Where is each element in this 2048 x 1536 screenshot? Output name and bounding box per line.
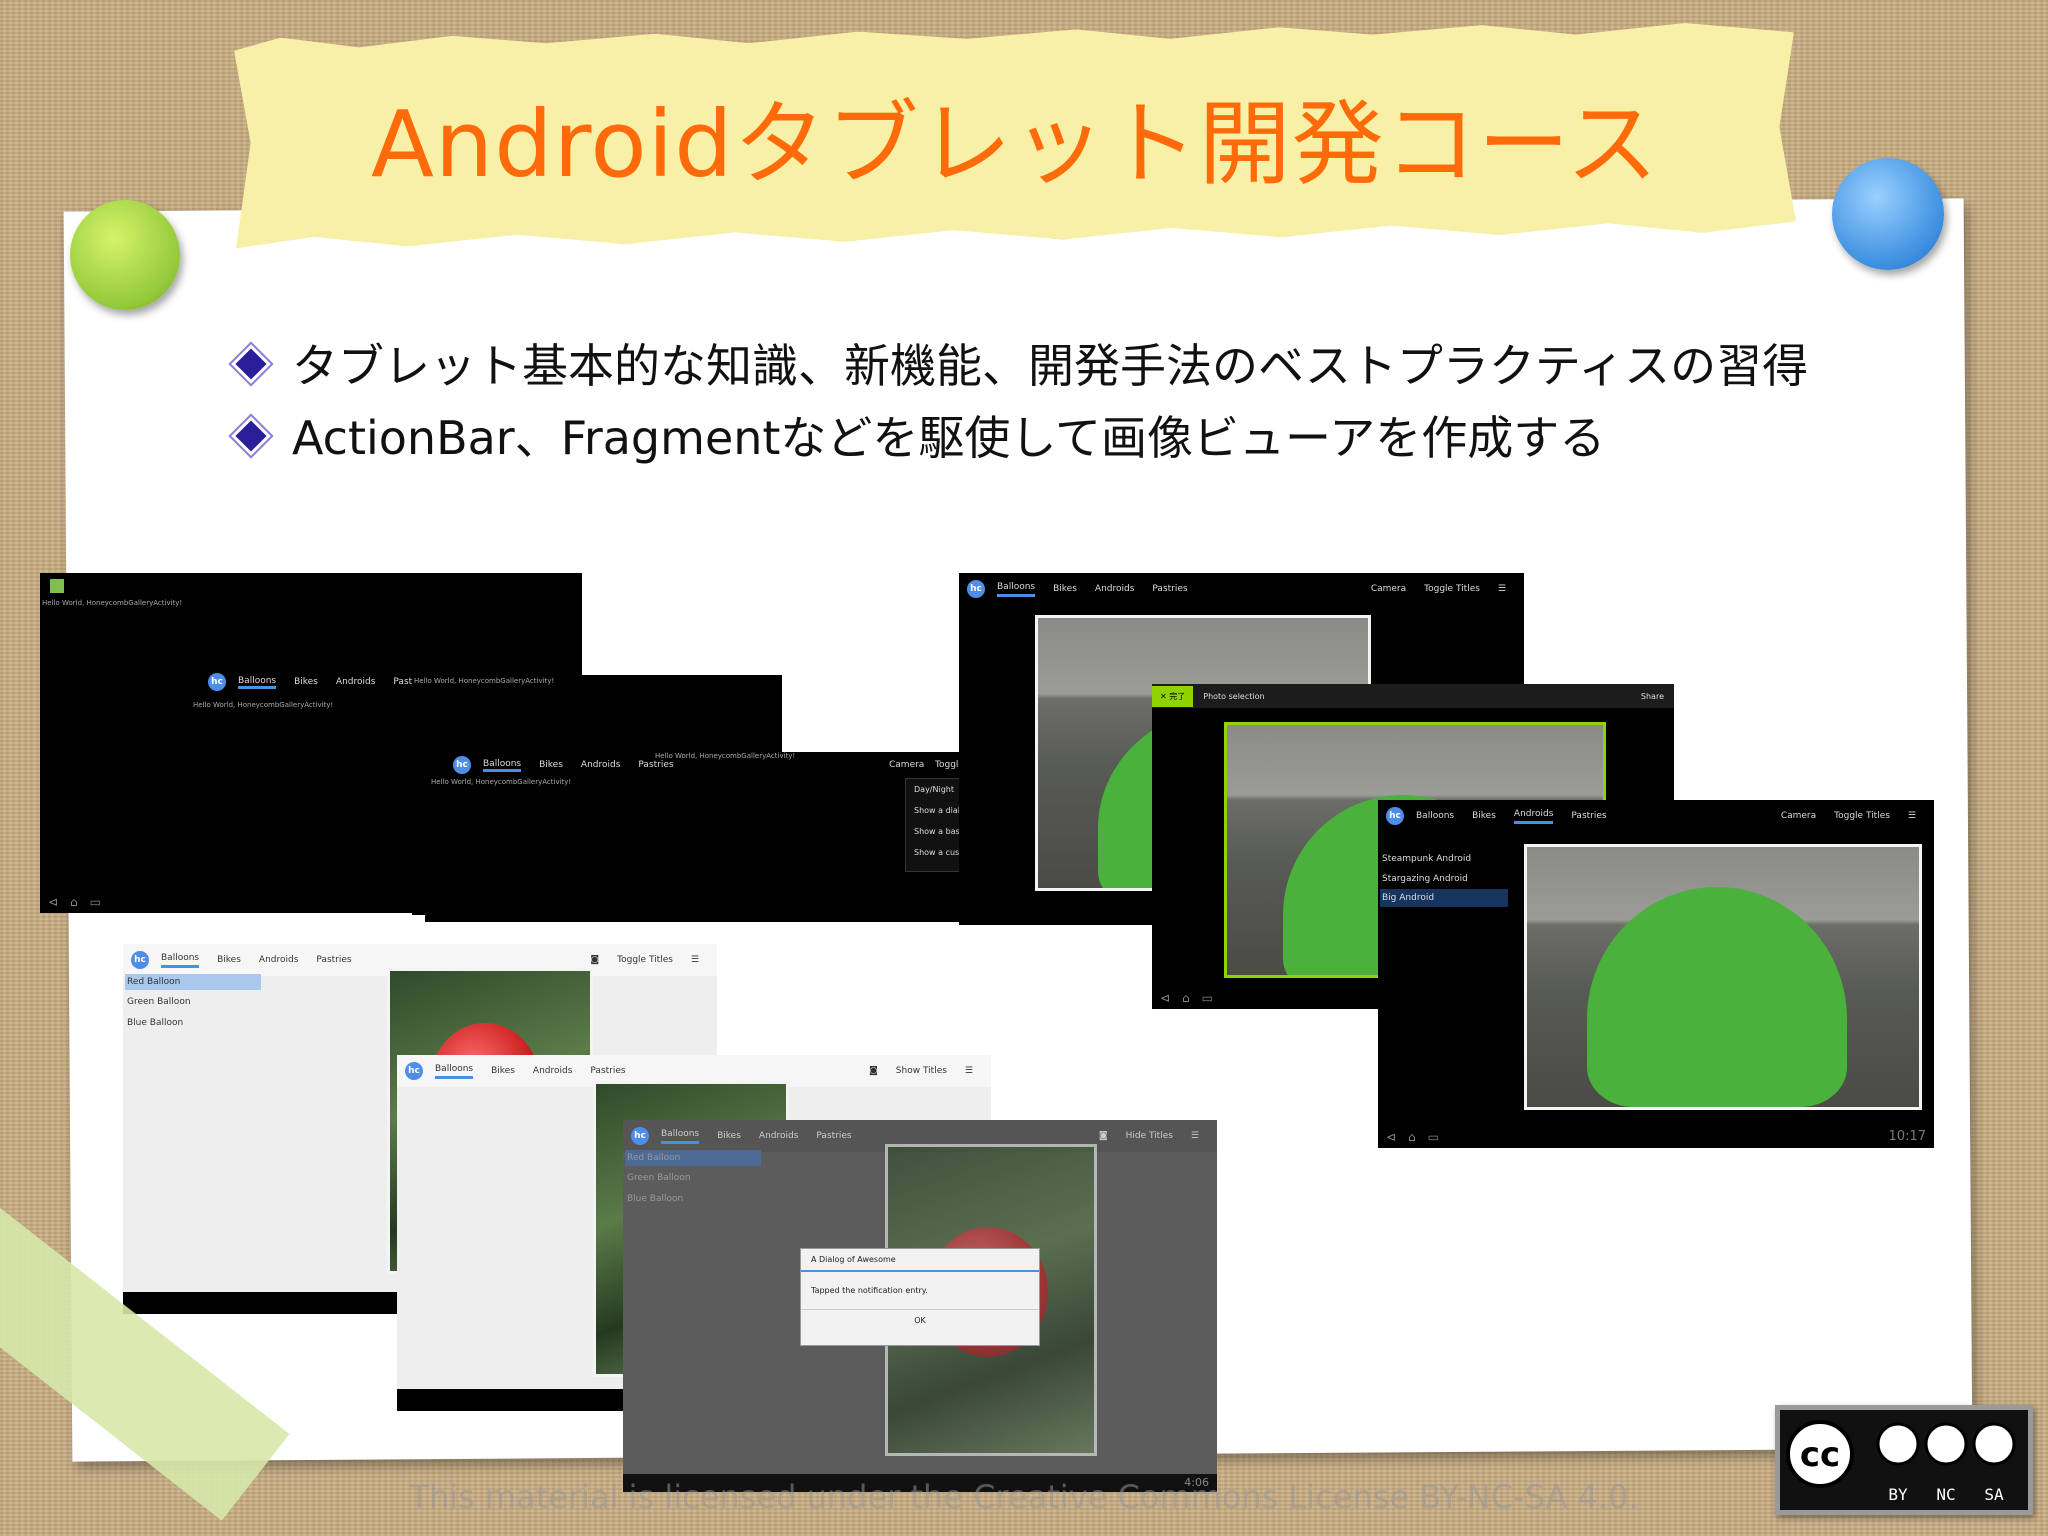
done-button[interactable]: ✕ 完了	[1152, 685, 1194, 707]
actionbar: hc Balloons Bikes Androids Pastries Came…	[1378, 800, 1934, 832]
overflow-menu-icon[interactable]: ☰	[1191, 1131, 1199, 1141]
android-photo	[1524, 844, 1922, 1110]
nav-bar: ⊲⌂▭	[1160, 991, 1226, 1005]
hc-logo-icon: hc	[967, 580, 985, 598]
screenshot-dialog: hc Balloons Bikes Androids Pastries ◙ Hi…	[623, 1120, 1217, 1492]
hc-logo-icon: hc	[208, 673, 226, 691]
list-item[interactable]: Red Balloon	[627, 1153, 680, 1163]
tab-bikes[interactable]: Bikes	[717, 1131, 741, 1141]
tab-bikes[interactable]: Bikes	[1472, 811, 1496, 821]
tab-balloons[interactable]: Balloons	[483, 759, 522, 772]
overflow-menu-icon[interactable]: ☰	[1908, 811, 1916, 821]
hc-logo-icon: hc	[453, 756, 471, 774]
tab-bikes[interactable]: Bikes	[539, 760, 563, 770]
overflow-menu-icon[interactable]: ☰	[965, 1066, 973, 1076]
svg-text:cc: cc	[1800, 1435, 1840, 1475]
camera-action[interactable]: Camera	[889, 760, 924, 770]
tab-balloons[interactable]: Balloons	[661, 1129, 700, 1144]
dialog: A Dialog of Awesome Tapped the notificat…	[800, 1248, 1040, 1346]
tab-pastries[interactable]: Pastries	[590, 1066, 625, 1076]
list-item[interactable]: Big Android	[1382, 893, 1434, 903]
tab-bikes[interactable]: Bikes	[217, 955, 241, 965]
tab-androids[interactable]: Androids	[259, 955, 299, 965]
dialog-message: Tapped the notification entry.	[811, 1286, 928, 1295]
tab-bikes[interactable]: Bikes	[294, 677, 318, 687]
hc-logo-icon: hc	[1386, 807, 1404, 825]
actionbar: hc Balloons Bikes Androids Pastries Came…	[959, 573, 1524, 605]
tab-pastries[interactable]: Pastries	[1152, 584, 1187, 594]
show-titles-action[interactable]: Show Titles	[896, 1066, 947, 1076]
tab-balloons[interactable]: Balloons	[435, 1064, 474, 1079]
list-item[interactable]: Blue Balloon	[627, 1194, 683, 1204]
tab-balloons[interactable]: Balloons	[997, 582, 1036, 597]
share-action[interactable]: Share	[1641, 692, 1664, 701]
contextual-actionbar: ✕ 完了 Photo selection Share	[1152, 684, 1674, 708]
tab-androids[interactable]: Androids	[336, 677, 376, 687]
dialog-title: A Dialog of Awesome	[801, 1249, 1039, 1272]
list-item[interactable]: Blue Balloon	[127, 1018, 183, 1028]
toggle-titles-action[interactable]: Toggle Titles	[1424, 584, 1480, 594]
tab-androids[interactable]: Androids	[533, 1066, 573, 1076]
tab-balloons[interactable]: Balloons	[1416, 811, 1454, 821]
camera-icon[interactable]: ◙	[590, 955, 599, 965]
tab-androids[interactable]: Androids	[759, 1131, 799, 1141]
hc-logo-icon: hc	[131, 951, 149, 969]
screenshot-hello-3: hc Balloons Bikes Androids Pastries Hell…	[425, 752, 1025, 922]
camera-action[interactable]: Camera	[1371, 584, 1406, 594]
hide-titles-action[interactable]: Hide Titles	[1126, 1131, 1173, 1141]
list-item[interactable]: Green Balloon	[127, 997, 191, 1007]
slide-title: Androidタブレット開発コース	[370, 91, 1660, 198]
tab-bikes[interactable]: Bikes	[1053, 584, 1077, 594]
list-item[interactable]: Stargazing Android	[1382, 874, 1468, 884]
green-pushpin	[70, 200, 180, 310]
diamond-bullet-icon	[235, 347, 267, 380]
dialog-ok-button[interactable]: OK	[801, 1309, 1039, 1331]
screenshot-androids-list: hc Balloons Bikes Androids Pastries Came…	[1378, 800, 1934, 1148]
toggle-titles-action[interactable]: Toggle Titles	[617, 955, 673, 965]
nav-bar: ⊲⌂▭	[1386, 1130, 1452, 1144]
actionbar: hc Balloons Bikes Androids Pastries	[200, 673, 429, 691]
tab-androids[interactable]: Androids	[1095, 584, 1135, 594]
actionbar: hc Balloons Bikes Androids Pastries	[445, 756, 674, 774]
list-item[interactable]: Green Balloon	[627, 1173, 691, 1183]
overflow-menu-icon[interactable]: ☰	[1498, 584, 1506, 594]
camera-icon[interactable]: ◙	[1099, 1131, 1108, 1141]
bullet-1: タブレット基本的な知識、新機能、開発手法のベストプラクティスの習得	[235, 330, 1808, 396]
camera-icon[interactable]: ◙	[869, 1066, 878, 1076]
tab-balloons[interactable]: Balloons	[161, 953, 200, 968]
camera-action[interactable]: Camera	[1781, 811, 1816, 821]
tab-balloons[interactable]: Balloons	[238, 676, 277, 689]
nav-bar: ⊲⌂▭	[48, 895, 114, 909]
bullet-2: ActionBar、Fragmentなどを駆使して画像ビューアを作成する	[235, 402, 1605, 468]
diamond-bullet-icon	[235, 419, 267, 452]
hc-logo-icon: hc	[631, 1127, 649, 1145]
tab-bikes[interactable]: Bikes	[491, 1066, 515, 1076]
tab-pastries[interactable]: Pastries	[1571, 811, 1606, 821]
toggle-titles-action[interactable]: Toggle Titles	[1834, 811, 1890, 821]
overflow-menu-icon[interactable]: ☰	[691, 955, 699, 965]
tab-androids[interactable]: Androids	[581, 760, 621, 770]
clock: 10:17	[1888, 1129, 1926, 1144]
android-statue	[1587, 887, 1847, 1107]
tab-pastries[interactable]: Pastries	[638, 760, 673, 770]
license-text: This material is licensed under the Crea…	[409, 1478, 1639, 1516]
blue-pushpin	[1832, 158, 1944, 270]
list-item[interactable]: Red Balloon	[127, 977, 180, 987]
tab-pastries[interactable]: Pastries	[316, 955, 351, 965]
tab-androids[interactable]: Androids	[1513, 809, 1554, 824]
hc-logo-icon: hc	[405, 1062, 423, 1080]
cab-title: Photo selection	[1203, 691, 1265, 701]
tab-pastries[interactable]: Pastries	[816, 1131, 851, 1141]
list-item[interactable]: Steampunk Android	[1382, 854, 1471, 864]
app-launcher-icon	[50, 579, 64, 593]
